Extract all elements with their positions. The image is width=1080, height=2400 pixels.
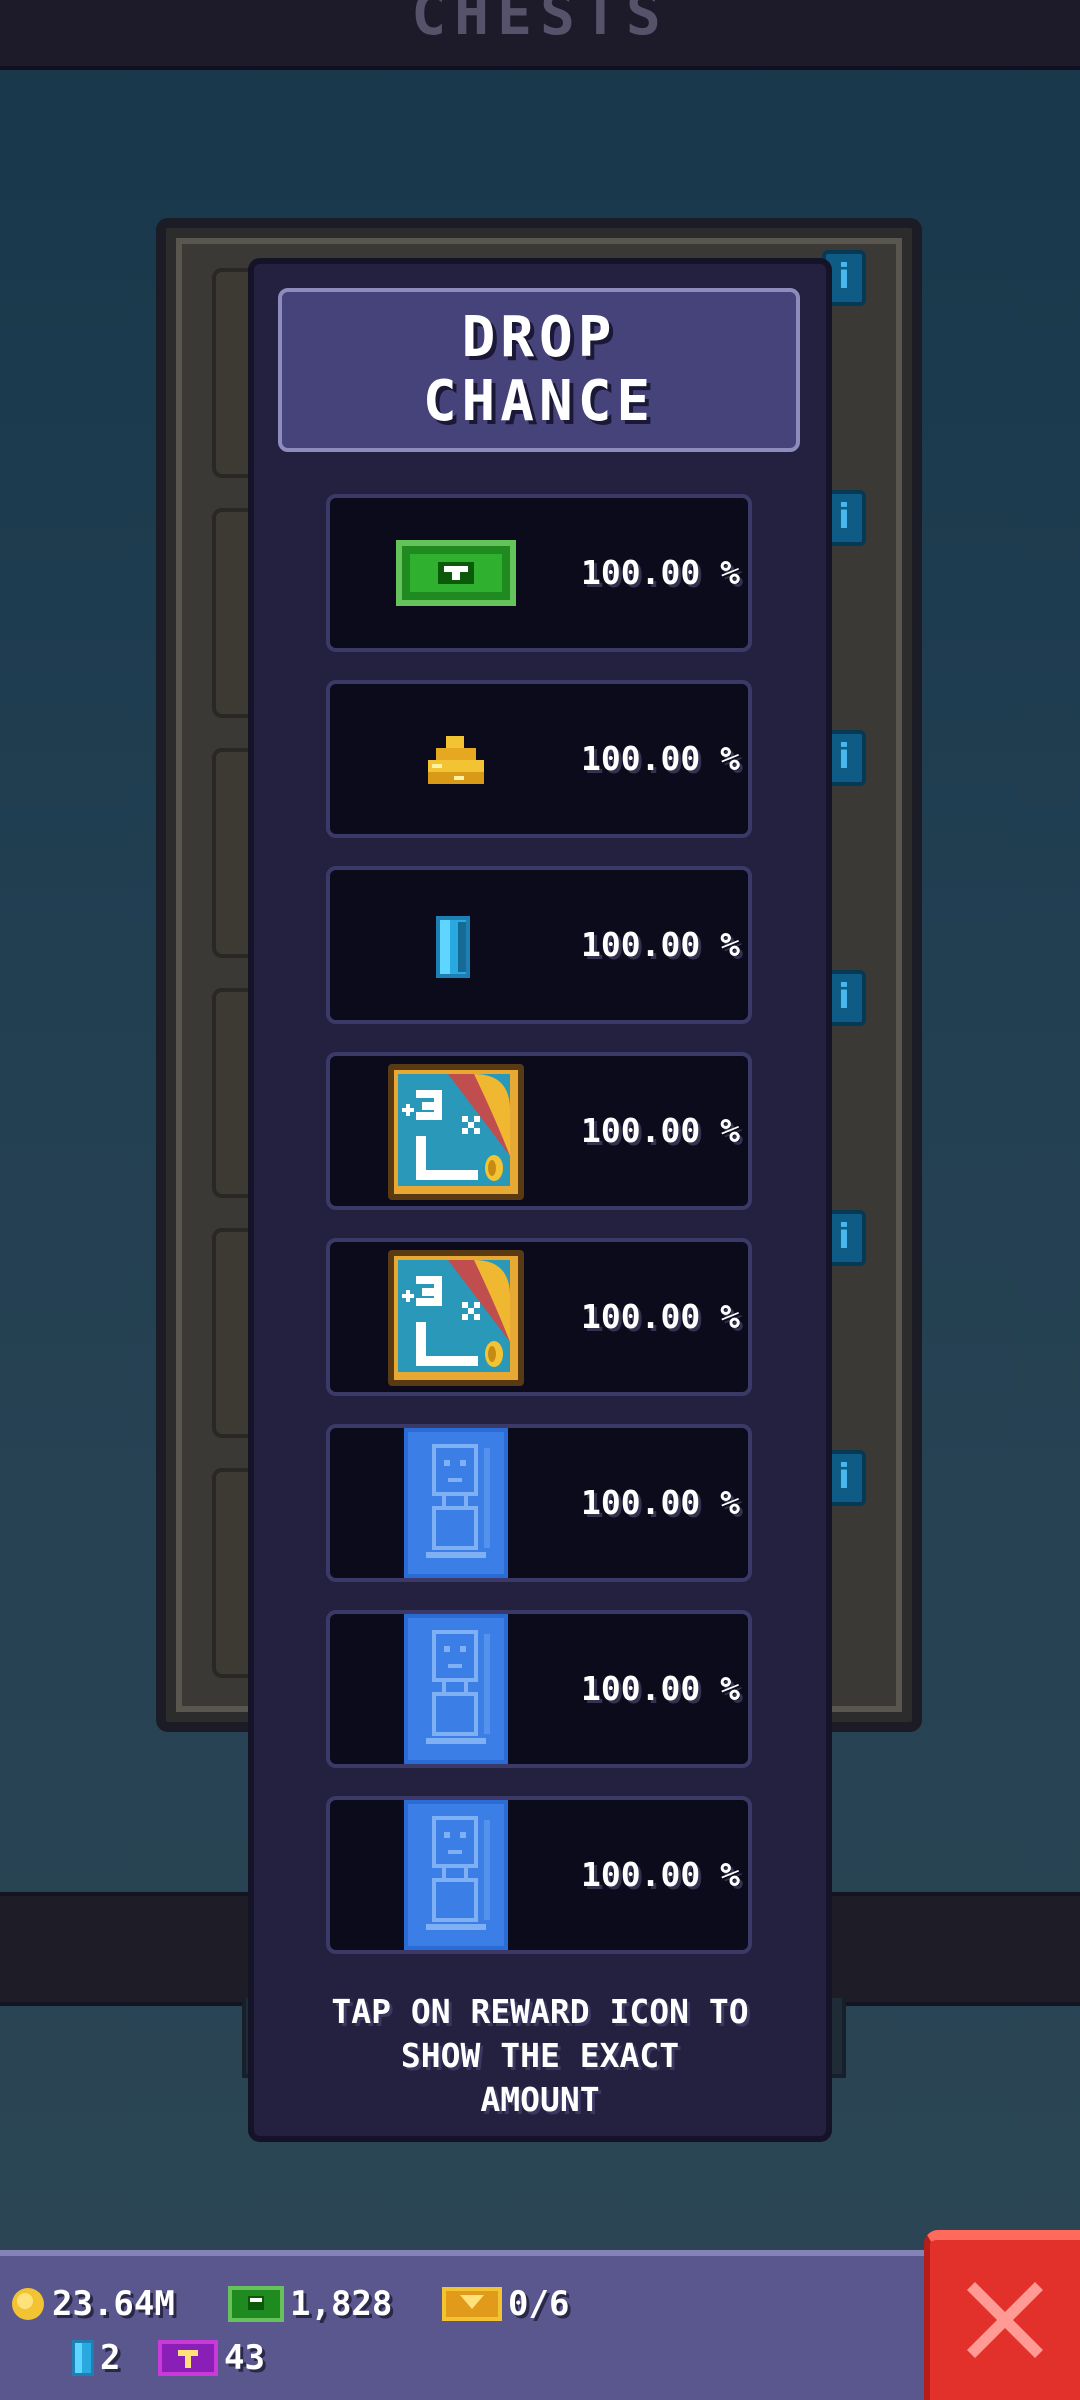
cash-icon bbox=[228, 2286, 284, 2322]
gems-value: 2 bbox=[100, 2338, 121, 2378]
cash-counter: 1,828 bbox=[228, 2284, 392, 2324]
close-button[interactable] bbox=[924, 2230, 1080, 2400]
modal-title: DROP CHANCE bbox=[278, 288, 800, 452]
blueprint-card-icon[interactable] bbox=[352, 1800, 542, 1950]
multiplier-card-icon[interactable] bbox=[352, 1056, 542, 1206]
ticket-icon bbox=[442, 2287, 502, 2321]
screen-title: CHESTS bbox=[411, 0, 669, 48]
ticket-value: 0/6 bbox=[508, 2284, 570, 2324]
footer-note: TAP ON REWARD ICON TO SHOW THE EXACT AMO… bbox=[256, 1990, 824, 2122]
reward-row: 100.00 % bbox=[326, 1424, 752, 1582]
multiplier-card-icon[interactable] bbox=[352, 1242, 542, 1392]
cash-bill-icon[interactable] bbox=[352, 498, 542, 648]
coins-value: 23.64M bbox=[52, 2284, 175, 2324]
blueprint-card-icon[interactable] bbox=[352, 1428, 542, 1578]
footer-note-line1: TAP ON REWARD ICON TO bbox=[331, 1992, 749, 2031]
close-icon bbox=[967, 2282, 1043, 2358]
gems-counter: 2 bbox=[72, 2338, 120, 2378]
drop-percentage: 100.00 % bbox=[581, 925, 740, 964]
top-bar: CHESTS bbox=[0, 0, 1080, 70]
ticket-counter: 0/6 bbox=[442, 2284, 569, 2324]
drop-percentage: 100.00 % bbox=[581, 1855, 740, 1894]
drop-percentage: 100.00 % bbox=[581, 739, 740, 778]
footer-note-line2: SHOW THE EXACT bbox=[400, 2036, 680, 2075]
reward-row: 100.00 % bbox=[326, 1610, 752, 1768]
reward-row: 100.00 % bbox=[326, 1052, 752, 1210]
footer-note-line3: AMOUNT bbox=[480, 2080, 600, 2119]
vip-value: 43 bbox=[224, 2338, 265, 2378]
vip-counter: 43 bbox=[158, 2338, 265, 2378]
blueprint-card-icon[interactable] bbox=[352, 1614, 542, 1764]
modal-title-line2: CHANCE bbox=[422, 369, 656, 434]
reward-row: 100.00 % bbox=[326, 680, 752, 838]
gold-coins-icon[interactable] bbox=[352, 684, 542, 834]
vip-ticket-icon bbox=[158, 2340, 218, 2376]
modal-title-line1: DROP bbox=[461, 305, 617, 370]
coins-counter: 23.64M bbox=[10, 2284, 175, 2324]
drop-percentage: 100.00 % bbox=[581, 1483, 740, 1522]
cash-value: 1,828 bbox=[290, 2284, 393, 2324]
gem-icon bbox=[72, 2340, 94, 2376]
coin-icon bbox=[12, 2288, 44, 2320]
drop-percentage: 100.00 % bbox=[581, 553, 740, 592]
drop-percentage: 100.00 % bbox=[581, 1669, 740, 1708]
blue-gem-icon[interactable] bbox=[352, 870, 542, 1020]
reward-row: 100.00 % bbox=[326, 1796, 752, 1954]
currency-bar: 23.64M 1,828 0/6 2 43 bbox=[0, 2250, 928, 2400]
reward-row: 100.00 % bbox=[326, 1238, 752, 1396]
drop-percentage: 100.00 % bbox=[581, 1297, 740, 1336]
reward-row: 100.00 % bbox=[326, 494, 752, 652]
reward-row: 100.00 % bbox=[326, 866, 752, 1024]
drop-percentage: 100.00 % bbox=[581, 1111, 740, 1150]
